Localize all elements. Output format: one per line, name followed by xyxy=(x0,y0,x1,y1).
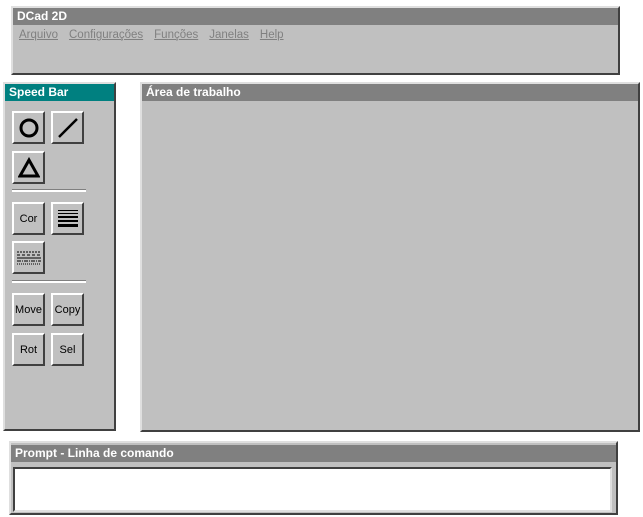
rotate-button-label: Rot xyxy=(19,343,38,356)
line-width-icon xyxy=(57,209,78,227)
color-button-label: Cor xyxy=(19,212,38,225)
line-style-icon xyxy=(16,251,41,264)
prompt-title: Prompt - Linha de comando xyxy=(11,445,616,462)
circle-tool-button[interactable] xyxy=(12,111,45,144)
move-button[interactable]: Move xyxy=(12,293,45,326)
menu-arquivo[interactable]: Arquivo xyxy=(19,29,58,41)
menu-funcoes[interactable]: Funções xyxy=(154,29,198,41)
rotate-button[interactable]: Rot xyxy=(12,333,45,366)
command-input[interactable] xyxy=(13,467,612,512)
toolbar-separator xyxy=(12,189,86,192)
app-title: DCad 2D xyxy=(13,8,618,25)
triangle-tool-button[interactable] xyxy=(12,151,45,184)
main-window: DCad 2D Arquivo Configurações Funções Ja… xyxy=(11,6,620,75)
speedbar-title: Speed Bar xyxy=(5,84,114,101)
triangle-icon xyxy=(17,156,40,177)
drawing-canvas[interactable] xyxy=(142,101,638,430)
line-icon xyxy=(57,117,78,138)
copy-button[interactable]: Copy xyxy=(51,293,84,326)
speedbar-window: Speed Bar Cor Move Copy Rot Sel xyxy=(3,82,116,431)
toolbar-separator xyxy=(12,280,86,283)
menu-help[interactable]: Help xyxy=(260,29,284,41)
color-button[interactable]: Cor xyxy=(12,202,45,235)
copy-button-label: Copy xyxy=(54,303,81,316)
move-button-label: Move xyxy=(15,303,42,316)
menu-configuracoes[interactable]: Configurações xyxy=(69,29,143,41)
line-tool-button[interactable] xyxy=(51,111,84,144)
workarea-window: Área de trabalho xyxy=(140,82,640,432)
workarea-title: Área de trabalho xyxy=(142,84,638,101)
menu-janelas[interactable]: Janelas xyxy=(209,29,249,41)
circle-icon xyxy=(19,118,38,137)
line-style-button[interactable] xyxy=(12,241,45,274)
line-width-button[interactable] xyxy=(51,202,84,235)
select-button[interactable]: Sel xyxy=(51,333,84,366)
select-button-label: Sel xyxy=(59,343,76,356)
prompt-window: Prompt - Linha de comando xyxy=(9,441,618,515)
menu-bar: Arquivo Configurações Funções Janelas He… xyxy=(13,25,618,41)
